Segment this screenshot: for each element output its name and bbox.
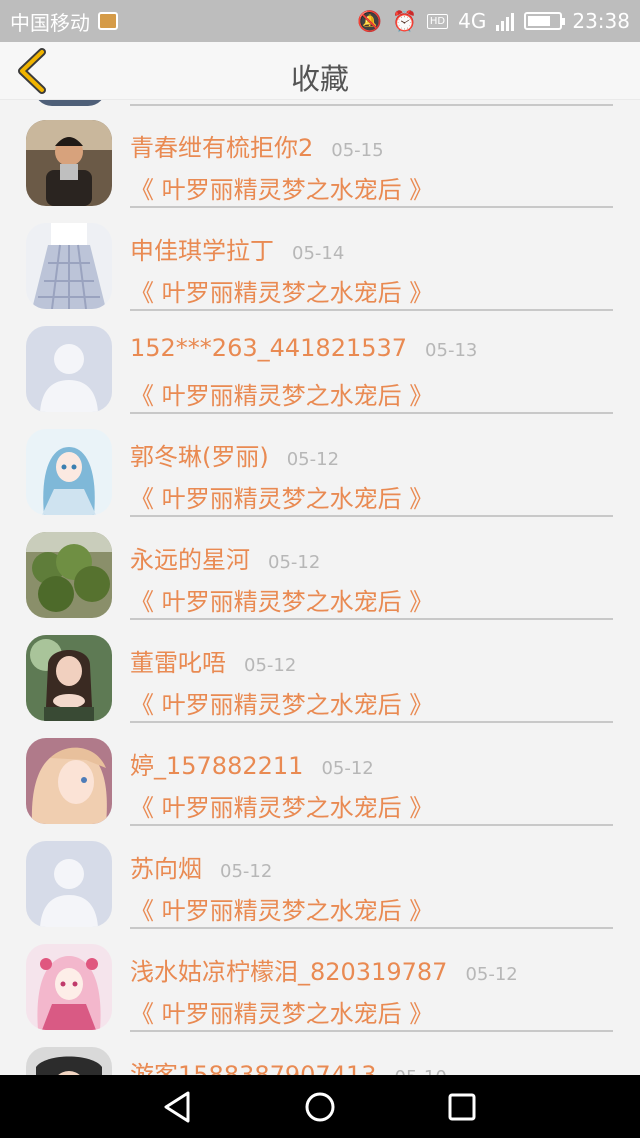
list-item[interactable]: 152***263_441821537 05-13 《 叶罗丽精灵梦之水宠后 》 (0, 306, 640, 414)
favorites-list[interactable]: 青春绁有梳拒你2 05-15 《 叶罗丽精灵梦之水宠后 》申佳琪学拉丁 05-14 《 … (0, 100, 640, 1075)
item-header: 游客1588387907413 05-10 (130, 1055, 447, 1075)
avatar[interactable] (26, 841, 112, 927)
item-header: 152***263_441821537 05-13 (130, 334, 477, 362)
hd-icon: HD (426, 13, 449, 29)
header: 收藏 (0, 42, 640, 100)
item-header: 青春绁有梳拒你2 05-15 (130, 128, 384, 163)
user-name[interactable]: 苏向烟 (130, 849, 202, 884)
date-label: 05-10 (395, 1067, 447, 1075)
alarm-icon: ⏰ (391, 9, 417, 33)
user-name[interactable]: 婷_157882211 (130, 746, 303, 781)
avatar[interactable] (26, 532, 112, 618)
home-circle-icon[interactable] (302, 1089, 338, 1125)
back-triangle-icon[interactable] (160, 1089, 196, 1125)
user-name[interactable]: 浅水姑凉柠檬泪_820319787 (130, 952, 447, 987)
list-item[interactable]: 婷_157882211 05-12 《 叶罗丽精灵梦之水宠后 》 (0, 718, 640, 826)
date-label: 05-12 (244, 655, 297, 676)
network-label: 4G (458, 9, 487, 33)
item-header: 苏向烟 05-12 (130, 849, 272, 884)
item-header: 永远的星河 05-12 (130, 540, 320, 575)
avatar[interactable] (26, 738, 112, 824)
book-title-link[interactable]: 《 叶罗丽精灵梦之水宠后 》 (130, 582, 433, 617)
date-label: 05-12 (465, 964, 518, 985)
list-item[interactable]: 游客1588387907413 05-10 (0, 1027, 640, 1075)
book-title-link[interactable]: 《 叶罗丽精灵梦之水宠后 》 (130, 479, 433, 514)
recents-square-icon[interactable] (444, 1089, 480, 1125)
navigation-bar (0, 1075, 640, 1138)
status-bar: 中国移动 🔕 ⏰ HD 4G 23:38 (0, 0, 640, 42)
list-item[interactable]: 青春绁有梳拒你2 05-15 《 叶罗丽精灵梦之水宠后 》 (0, 100, 640, 208)
avatar[interactable] (26, 223, 112, 309)
book-title-link[interactable]: 《 叶罗丽精灵梦之水宠后 》 (130, 273, 433, 308)
battery-icon (524, 12, 566, 30)
user-name[interactable]: 申佳琪学拉丁 (130, 231, 274, 266)
date-label: 05-15 (331, 140, 384, 161)
list-item[interactable]: 浅水姑凉柠檬泪_820319787 05-12 《 叶罗丽精灵梦之水宠后 》 (0, 924, 640, 1032)
avatar[interactable] (26, 429, 112, 515)
user-name[interactable]: 永远的星河 (130, 540, 250, 575)
item-header: 郭冬琳(罗丽) 05-12 (130, 437, 339, 472)
book-title-link[interactable]: 《 叶罗丽精灵梦之水宠后 》 (130, 685, 433, 720)
book-title-link[interactable]: 《 叶罗丽精灵梦之水宠后 》 (130, 170, 433, 205)
date-label: 05-12 (268, 552, 321, 573)
mute-icon: 🔕 (357, 9, 382, 33)
avatar[interactable] (26, 326, 112, 412)
item-header: 婷_157882211 05-12 (130, 746, 374, 781)
book-title-link[interactable]: 《 叶罗丽精灵梦之水宠后 》 (130, 788, 433, 823)
avatar[interactable] (26, 1047, 112, 1075)
page-title: 收藏 (290, 62, 349, 96)
book-title-link[interactable]: 《 叶罗丽精灵梦之水宠后 》 (130, 891, 433, 926)
avatar[interactable] (26, 120, 112, 206)
clock: 23:38 (572, 9, 630, 33)
list-item[interactable]: 申佳琪学拉丁 05-14 《 叶罗丽精灵梦之水宠后 》 (0, 203, 640, 311)
date-label: 05-14 (292, 243, 345, 264)
item-header: 浅水姑凉柠檬泪_820319787 05-12 (130, 952, 518, 987)
list-item[interactable]: 永远的星河 05-12 《 叶罗丽精灵梦之水宠后 》 (0, 512, 640, 620)
list-item[interactable]: 郭冬琳(罗丽) 05-12 《 叶罗丽精灵梦之水宠后 》 (0, 409, 640, 517)
list-item[interactable]: 苏向烟 05-12 《 叶罗丽精灵梦之水宠后 》 (0, 821, 640, 929)
carrier-label: 中国移动 (10, 10, 90, 35)
item-header: 申佳琪学拉丁 05-14 (130, 231, 344, 266)
gallery-notification-icon (98, 12, 118, 30)
book-title-link[interactable]: 《 叶罗丽精灵梦之水宠后 》 (130, 376, 433, 411)
avatar[interactable] (26, 944, 112, 1030)
date-label: 05-12 (286, 449, 340, 470)
signal-icon (496, 11, 515, 31)
item-header: 董雷叱唔 05-12 (130, 643, 296, 678)
date-label: 05-13 (425, 340, 478, 361)
avatar[interactable] (26, 635, 112, 721)
user-name[interactable]: 青春绁有梳拒你2 (130, 128, 313, 163)
date-label: 05-12 (220, 861, 273, 882)
user-name[interactable]: 郭冬琳(罗丽) (130, 437, 269, 472)
list-item[interactable]: 董雷叱唔 05-12 《 叶罗丽精灵梦之水宠后 》 (0, 615, 640, 723)
user-name[interactable]: 董雷叱唔 (130, 643, 226, 678)
book-title-link[interactable]: 《 叶罗丽精灵梦之水宠后 》 (130, 994, 433, 1029)
user-name[interactable]: 游客1588387907413 (130, 1055, 377, 1075)
date-label: 05-12 (321, 758, 374, 779)
user-name[interactable]: 152***263_441821537 (130, 334, 407, 362)
